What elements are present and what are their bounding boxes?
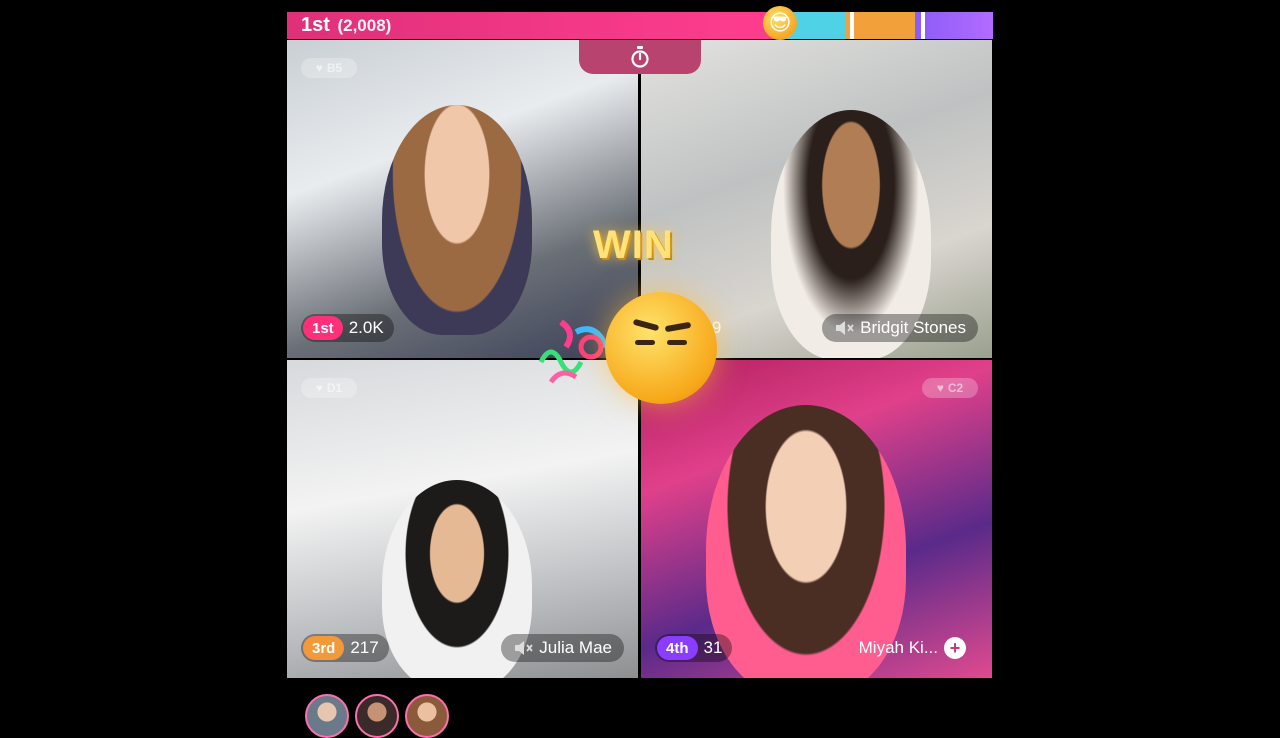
emoji-brow [664,321,692,333]
room-tag: ♥ C2 [922,378,978,398]
participant-tile-4[interactable]: ♥ C2 4th 31 Miyah Ki... + [641,360,992,678]
score-marker [921,12,925,39]
heart-icon: ♥ [315,61,323,75]
room-tag: ♥ D1 [301,378,357,398]
emoji-eye [635,340,655,345]
participant-video [382,105,532,335]
smirk-emoji-icon [605,292,717,404]
participant-name: Bridgit Stones [860,318,966,337]
participant-tile-3[interactable]: ♥ D1 3rd 217 Julia Mae [287,360,638,678]
score-value: 31 [703,638,723,657]
rank-score-pill: 4th 31 [655,634,733,662]
emoji-brow [632,318,660,332]
rank-score-pill: 1st 2.0K [301,314,394,342]
score-leader-label: 1st (2,008) [301,14,391,37]
stopwatch-icon [631,46,649,68]
room-tag: ♥ B5 [301,58,357,78]
cool-emoji-icon: 😎 [763,6,797,40]
rank-badge: 4th [657,636,698,660]
viewer-avatar[interactable] [405,694,449,738]
score-points: (2,008) [337,16,392,35]
muted-speaker-icon [515,641,533,655]
win-banner: WIN [593,223,674,267]
emoji-eye [667,340,687,345]
follow-plus-icon[interactable]: + [944,637,966,659]
viewer-avatars [305,694,449,738]
participant-name: Julia Mae [539,638,612,657]
viewer-avatar[interactable] [305,694,349,738]
battle-timer [579,40,701,74]
participant-name-pill[interactable]: Miyah Ki... + [847,634,978,662]
rank-badge: 1st [303,316,343,340]
score-marker [850,12,854,39]
score-value: 2.0K [348,318,384,337]
participant-name: Miyah Ki... [858,638,938,657]
participant-name-pill[interactable]: Bridgit Stones [822,314,978,342]
score-rank: 1st [301,14,330,36]
score-segment-purple [915,12,993,39]
participant-name-pill[interactable]: Julia Mae [501,634,624,662]
muted-speaker-icon [836,321,854,335]
score-bar: 1st (2,008) 😎 [287,6,993,40]
rank-badge: 3rd [303,636,345,660]
rank-score-pill: 3rd 217 [301,634,389,662]
live-battle-stage: 1st (2,008) 😎 ♥ B5 1st 2.0K 219 Bridgit … [287,6,993,738]
heart-icon: ♥ [936,381,944,395]
viewer-avatar[interactable] [355,694,399,738]
score-value: 217 [350,638,379,657]
heart-icon: ♥ [315,381,323,395]
score-segment-orange [845,12,915,39]
